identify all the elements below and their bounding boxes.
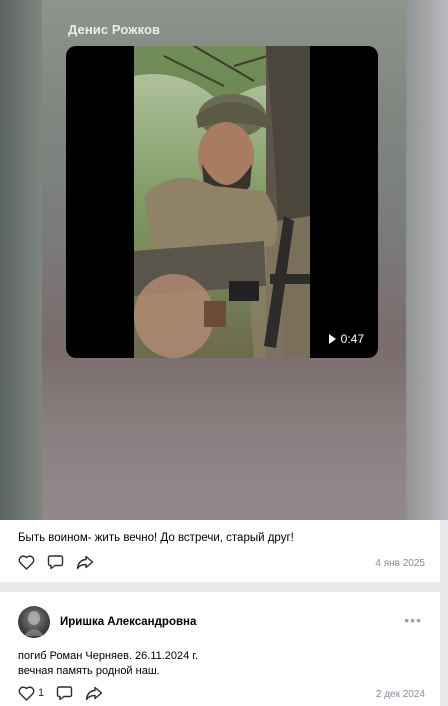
video-duration: 0:47: [340, 332, 364, 346]
post-footer: Быть воином- жить вечно! До встречи, ста…: [0, 520, 440, 582]
comment-date[interactable]: 2 дек 2024: [376, 689, 425, 700]
blurred-background-left: [0, 0, 42, 520]
comment-author-name[interactable]: Иришка Александровна: [60, 616, 196, 628]
share-button[interactable]: [85, 686, 103, 701]
post-caption: Быть воином- жить вечно! До встречи, ста…: [18, 532, 294, 544]
comment-icon: [56, 686, 73, 701]
avatar-image: [24, 611, 44, 636]
heart-icon: [18, 685, 35, 701]
video-author-name[interactable]: Денис Рожков: [68, 22, 160, 37]
comment: Иришка Александровна ••• погиб Роман Чер…: [0, 592, 440, 706]
video-thumbnail: [134, 46, 310, 358]
avatar[interactable]: [18, 606, 50, 638]
post-actions: [18, 554, 94, 570]
heart-icon: [18, 554, 35, 570]
blurred-background-bottom: [42, 372, 406, 520]
comment-text-line: погиб Роман Черняев. 26.11.2024 г.: [18, 650, 199, 662]
reply-button[interactable]: [47, 554, 64, 570]
like-count: 1: [38, 687, 45, 699]
play-icon: [328, 334, 336, 344]
like-button[interactable]: 1: [18, 685, 45, 701]
video-player[interactable]: 0:47: [66, 46, 378, 358]
share-icon: [76, 555, 94, 569]
post-media-area: Денис Рожков 0:47: [0, 0, 448, 520]
like-button[interactable]: [18, 554, 35, 570]
comment-actions: 1: [18, 685, 103, 701]
video-duration-badge: 0:47: [322, 328, 370, 350]
share-button[interactable]: [76, 555, 94, 570]
reply-button[interactable]: [56, 685, 73, 701]
blurred-background-right: [406, 0, 448, 520]
comment-icon: [47, 555, 64, 570]
comment-text-line: вечная память родной наш.: [18, 665, 160, 677]
share-icon: [85, 686, 103, 700]
post-date[interactable]: 4 янв 2025: [375, 558, 425, 569]
more-icon[interactable]: •••: [404, 613, 422, 627]
